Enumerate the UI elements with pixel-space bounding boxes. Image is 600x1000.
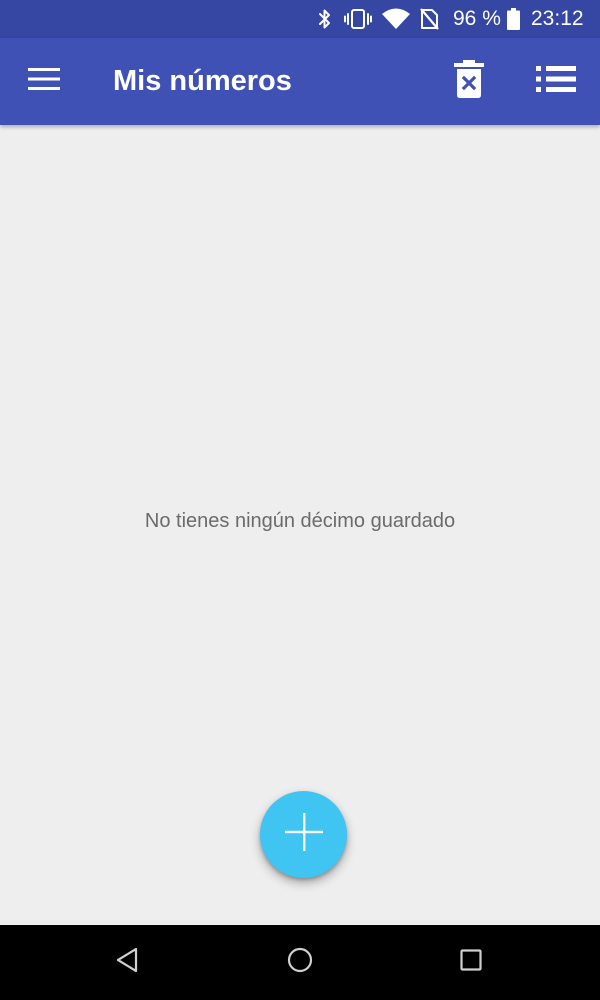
no-sim-icon [418, 0, 440, 38]
wifi-icon [380, 0, 412, 38]
plus-icon [284, 813, 323, 856]
status-bar: 96 % 23:12 [0, 0, 600, 38]
battery-percent: 96 % [453, 7, 501, 30]
back-button[interactable] [87, 925, 167, 1000]
list-icon [536, 66, 576, 97]
list-button[interactable] [530, 38, 582, 125]
back-icon [115, 947, 139, 978]
delete-all-icon [454, 60, 484, 103]
page-title: Mis números [113, 65, 292, 97]
menu-icon [28, 68, 60, 95]
app-bar: Mis números [0, 38, 600, 125]
navigation-bar [0, 925, 600, 1000]
status-time: 23:12 [531, 7, 584, 30]
bluetooth-icon [314, 0, 336, 38]
recents-icon [460, 949, 482, 976]
vibrate-icon [343, 0, 373, 38]
menu-button[interactable] [18, 38, 70, 125]
home-button[interactable] [260, 925, 340, 1000]
empty-state-message: No tienes ningún décimo guardado [144, 510, 456, 532]
recents-button[interactable] [431, 925, 511, 1000]
home-icon [287, 947, 313, 978]
battery-icon [505, 0, 521, 38]
delete-all-button[interactable] [443, 38, 495, 125]
add-number-button[interactable] [260, 791, 347, 878]
